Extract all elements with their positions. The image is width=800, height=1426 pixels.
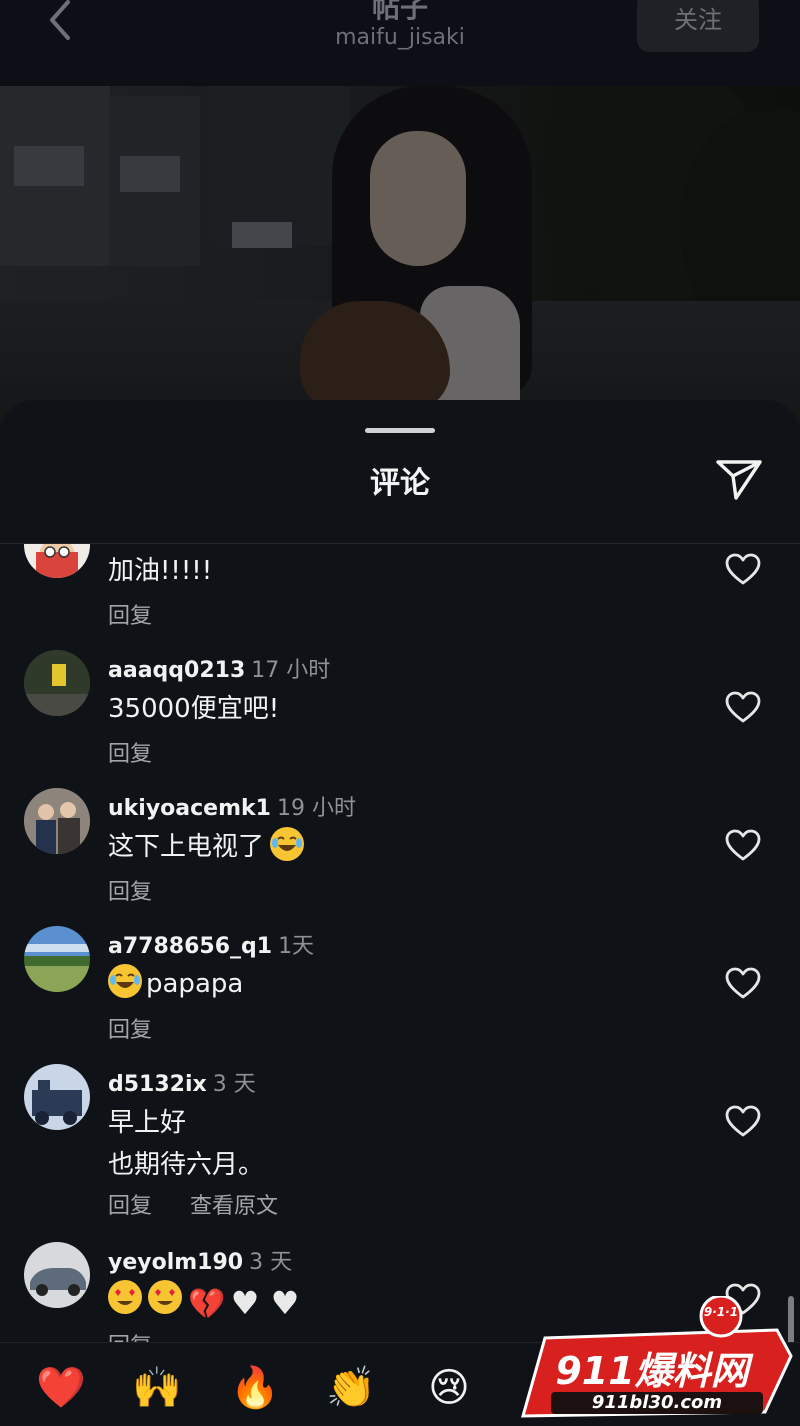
- heart-outline-icon[interactable]: [724, 966, 762, 1000]
- avatar[interactable]: [24, 650, 90, 716]
- watermark-url: 911bl30.com: [591, 1392, 723, 1413]
- comment-username[interactable]: d5132ix: [108, 1072, 207, 1097]
- white-heart-emoji-icon: ♥: [230, 1284, 260, 1322]
- avatar[interactable]: [24, 788, 90, 854]
- comment-text: 这下上电视了: [108, 832, 265, 862]
- comment-list[interactable]: 加油!!!!! 回复 aaaqq021317 小时 35000便宜吧! 回复: [0, 544, 800, 1342]
- white-heart-emoji-icon: ♥: [270, 1284, 300, 1322]
- follow-button[interactable]: 关注: [637, 0, 759, 52]
- comments-sheet: 评论 加油!!!!! 回复 aaaqq0213 17 小时 35000便宜吧! 回: [0, 400, 800, 1426]
- comment-emoji-row: 💔 ♥ ♥: [108, 1280, 308, 1322]
- reply-button[interactable]: 回复: [108, 1188, 152, 1220]
- comment-text: papapa: [146, 969, 244, 999]
- comment-text: 35000便宜吧!: [108, 694, 280, 724]
- broken-heart-emoji-icon: 💔: [188, 1287, 226, 1322]
- paper-plane-icon[interactable]: [714, 456, 764, 502]
- comment-text: 早上好: [108, 1108, 187, 1138]
- comment-text-row: papapa: [108, 964, 243, 999]
- comment-time: 1天: [278, 934, 315, 959]
- crying-face-reaction[interactable]: 😢: [422, 1361, 476, 1415]
- reply-button[interactable]: 回复: [108, 1012, 152, 1044]
- comment-username[interactable]: ukiyoacemk1: [108, 796, 271, 821]
- avatar[interactable]: [24, 1064, 90, 1130]
- heart-outline-icon[interactable]: [724, 552, 762, 586]
- comment-meta: a7788656_q1 1天: [108, 928, 314, 960]
- comment-time: 3 天: [212, 1072, 256, 1097]
- comment-meta: d5132ix 3 天: [108, 1066, 256, 1098]
- red-heart-reaction[interactable]: ❤️: [34, 1361, 88, 1415]
- top-bar: 帖子 maifu_jisaki 关注: [0, 0, 800, 86]
- comment-username[interactable]: aaaqq0213: [108, 658, 245, 683]
- watermark-logo: 9·1·1 911爆料网 911bl30.com: [515, 1294, 795, 1424]
- sheet-drag-handle[interactable]: [365, 428, 435, 433]
- raised-hands-reaction[interactable]: 🙌: [130, 1361, 184, 1415]
- heart-eyes-emoji-icon: [148, 1280, 182, 1314]
- reply-button[interactable]: 回复: [108, 1328, 152, 1342]
- avatar[interactable]: [24, 1242, 90, 1308]
- laughing-tears-emoji-icon: [108, 964, 142, 998]
- reply-button[interactable]: 回复: [108, 598, 152, 630]
- heart-eyes-emoji-icon: [108, 1280, 142, 1314]
- comment-text-row: 这下上电视了: [108, 826, 310, 863]
- fire-reaction[interactable]: 🔥: [228, 1361, 282, 1415]
- reply-button[interactable]: 回复: [108, 736, 152, 768]
- comment-username[interactable]: yeyolm190: [108, 1250, 243, 1275]
- reply-button[interactable]: 回复: [108, 874, 152, 906]
- comment-text: 也期待六月。: [108, 1150, 265, 1180]
- heart-outline-icon[interactable]: [724, 1104, 762, 1138]
- avatar[interactable]: [24, 544, 90, 578]
- comment-text: 加油!!!!!: [108, 556, 213, 586]
- heart-outline-icon[interactable]: [724, 828, 762, 862]
- sheet-title: 评论: [370, 466, 430, 501]
- post-photo[interactable]: [0, 86, 800, 426]
- watermark-badge: 9·1·1: [703, 1305, 739, 1319]
- watermark-brand: 911爆料网: [555, 1349, 749, 1393]
- comment-meta: aaaqq0213 17 小时: [108, 652, 330, 684]
- comment-meta: ukiyoacemk1 19 小时: [108, 790, 356, 822]
- avatar[interactable]: [24, 926, 90, 992]
- comment-time: 3 天: [249, 1250, 293, 1275]
- laughing-tears-emoji-icon: [270, 827, 305, 861]
- clapping-hands-reaction[interactable]: 👏: [324, 1361, 378, 1415]
- see-original-button[interactable]: 查看原文: [190, 1188, 278, 1220]
- comment-meta: yeyolm190 3 天: [108, 1244, 292, 1276]
- comment-time: 17 小时: [251, 658, 331, 683]
- comment-username[interactable]: a7788656_q1: [108, 934, 272, 959]
- heart-outline-icon[interactable]: [724, 690, 762, 724]
- comment-time: 19 小时: [276, 796, 356, 821]
